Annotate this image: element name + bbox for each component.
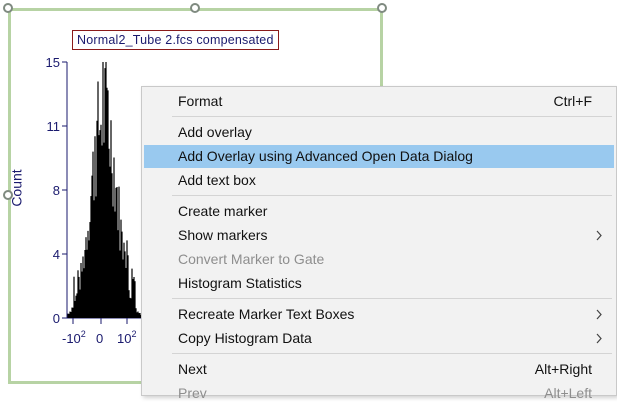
shortcut-ctrl-f: Ctrl+F [553,93,593,109]
menu-separator [172,195,612,196]
menu-item-copy-histogram-data[interactable]: Copy Histogram Data [144,327,614,350]
shortcut-alt-right: Alt+Right [534,361,592,377]
menu-item-recreate-marker-text-boxes[interactable]: Recreate Marker Text Boxes [144,303,614,326]
menu-item-next[interactable]: Next Alt+Right [144,358,614,381]
menu-item-prev: Prev Alt+Left [144,382,614,405]
y-tick-label-8: 8 [53,183,60,198]
submenu-arrow-icon [596,230,602,241]
menu-item-histogram-statistics[interactable]: Histogram Statistics [144,272,614,295]
y-tick-label-15: 15 [46,55,60,70]
submenu-arrow-icon [596,309,602,320]
menu-item-convert-marker-to-gate: Convert Marker to Gate [178,251,325,267]
histogram-bars [67,62,142,318]
submenu-arrow-icon [596,333,602,344]
menu-item-format[interactable]: Format Ctrl+F [144,90,614,113]
x-ticks [72,318,128,324]
y-ticks [62,61,67,319]
menu-separator [172,298,612,299]
menu-item-add-overlay[interactable]: Add overlay [144,121,614,144]
context-menu[interactable]: Format Ctrl+F Add overlay Add Overlay us… [141,86,617,401]
menu-separator [172,353,612,354]
x-tick-label-zero: 0 [96,331,103,346]
menu-separator [172,116,612,117]
menu-item-show-markers[interactable]: Show markers [144,224,614,247]
y-tick-label-4: 4 [53,247,60,262]
shortcut-alt-left: Alt+Left [544,385,592,401]
y-tick-label-11: 11 [47,119,61,134]
menu-item-add-overlay-advanced[interactable]: Add Overlay using Advanced Open Data Dia… [144,145,614,168]
y-tick-label-0: 0 [53,311,60,326]
menu-item-add-text-box[interactable]: Add text box [144,169,614,192]
x-tick-label-pos: 102 [117,329,136,346]
x-tick-label-neg: -102 [62,329,86,346]
menu-item-create-marker[interactable]: Create marker [144,200,614,223]
